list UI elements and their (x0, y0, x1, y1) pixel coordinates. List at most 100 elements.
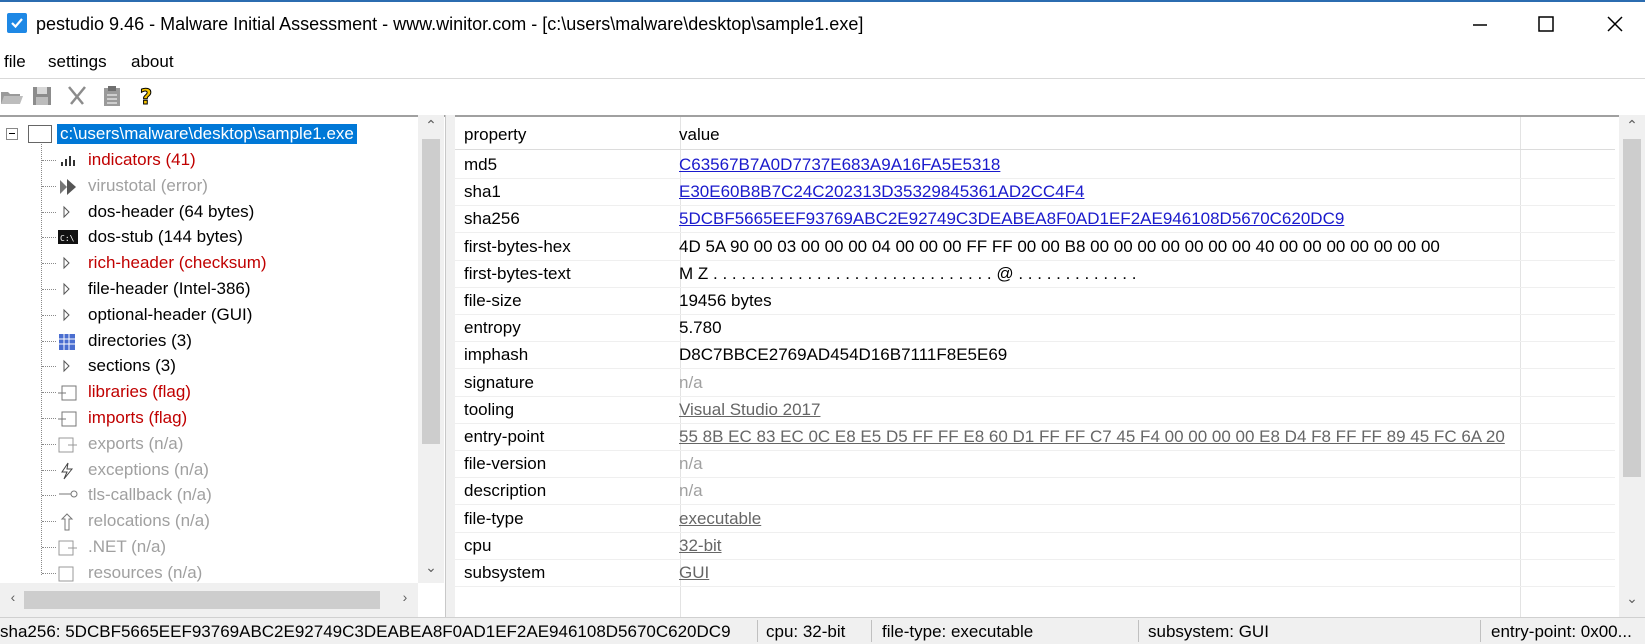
scroll-down-icon[interactable]: ⌄ (418, 559, 444, 581)
table-row[interactable]: tooling Visual Studio 2017 (455, 395, 1615, 424)
expand-arrow-icon[interactable] (58, 281, 78, 299)
tree-item-label[interactable]: imports (flag) (88, 408, 187, 428)
expand-arrow-icon[interactable] (58, 204, 78, 222)
tree-item[interactable]: virustotal (error) (0, 173, 420, 199)
table-row[interactable]: first-bytes-hex 4D 5A 90 00 03 00 00 00 0… (455, 232, 1615, 261)
tree-item-label[interactable]: file-header (Intel-386) (88, 279, 251, 299)
tree-item[interactable]: relocations (n/a) (0, 508, 420, 534)
tree-horizontal-scrollbar[interactable]: ‹ › (0, 583, 418, 617)
tree-item-label[interactable]: exceptions (n/a) (88, 460, 209, 480)
svg-text:C:\: C:\ (60, 234, 75, 243)
tree-item-label[interactable]: rich-header (checksum) (88, 253, 267, 273)
tree-root-label[interactable]: c:\users\malware\desktop\sample1.exe (57, 124, 357, 144)
scroll-up-icon[interactable]: ⌃ (418, 117, 444, 139)
value-cell[interactable]: executable (679, 509, 761, 529)
tree-item[interactable]: sections (3) (0, 353, 420, 379)
tree-item[interactable]: indicators (41) (0, 147, 420, 173)
property-cell: md5 (464, 155, 498, 174)
menu-about[interactable]: about (131, 52, 174, 72)
table-row[interactable]: entropy 5.780 (455, 313, 1615, 343)
tree-item-label[interactable]: dos-header (64 bytes) (88, 202, 254, 222)
tree-item-label[interactable]: sections (3) (88, 356, 176, 376)
tree-item[interactable]: .NET (n/a) (0, 534, 420, 560)
tree-item-label[interactable]: resources (n/a) (88, 563, 202, 583)
tree-item[interactable]: optional-header (GUI) (0, 302, 420, 328)
scroll-up-icon[interactable]: ⌃ (1619, 117, 1645, 139)
value-cell[interactable]: 5DCBF5665EEF93769ABC2E92749C3DEABEA8F0AD… (679, 209, 1344, 229)
tree-vertical-scrollbar[interactable]: ⌃ ⌄ (418, 115, 444, 583)
table-row[interactable]: imphash D8C7BBCE2769AD454D16B7111F8E5E69 (455, 340, 1615, 370)
scroll-left-icon[interactable]: ‹ (0, 589, 26, 611)
table-row[interactable]: sha1 E30E60B8B7C24C202313D35329845361AD2C… (455, 177, 1615, 207)
tree-item-label[interactable]: optional-header (GUI) (88, 305, 252, 325)
table-row[interactable]: sha256 5DCBF5665EEF93769ABC2E92749C3DEABE… (455, 204, 1615, 234)
svg-text:?: ? (140, 85, 152, 108)
tree-item[interactable]: imports (flag) (0, 405, 420, 431)
status-subsystem: subsystem: GUI (1148, 622, 1269, 641)
tree-item[interactable]: exceptions (n/a) (0, 457, 420, 483)
table-row[interactable]: file-version n/a (455, 449, 1615, 479)
tree-item-label[interactable]: indicators (41) (88, 150, 196, 170)
close-button[interactable] (1600, 12, 1630, 38)
table-row[interactable]: first-bytes-text M Z . . . . . . . . . . … (455, 259, 1615, 288)
tree-item[interactable]: exports (n/a) (0, 431, 420, 457)
value-cell[interactable]: 55 8B EC 83 EC 0C E8 E5 D5 FF FF E8 60 D… (679, 427, 1505, 447)
cut-icon[interactable] (65, 84, 89, 108)
scroll-right-icon[interactable]: › (392, 589, 418, 611)
library-icon (58, 384, 78, 402)
help-icon[interactable]: ? (135, 84, 159, 110)
tree-item-label[interactable]: dos-stub (144 bytes) (88, 227, 243, 247)
value-cell[interactable]: C63567B7A0D7737E683A9A16FA5E5318 (679, 155, 1000, 175)
tree-item[interactable]: libraries (flag) (0, 379, 420, 405)
table-row[interactable]: entry-point 55 8B EC 83 EC 0C E8 E5 D5 FF… (455, 422, 1615, 451)
table-vertical-scrollbar[interactable]: ⌃ ⌄ (1619, 115, 1645, 617)
table-row[interactable]: subsystem GUI (455, 558, 1615, 587)
tree-item[interactable]: file-header (Intel-386) (0, 276, 420, 302)
tree-item[interactable]: resources (n/a) (0, 560, 420, 586)
menu-file[interactable]: file (4, 52, 26, 72)
scroll-down-icon[interactable]: ⌄ (1619, 590, 1645, 612)
table-row[interactable]: md5 C63567B7A0D7737E683A9A16FA5E5318 (455, 150, 1615, 179)
header-property[interactable]: property (464, 125, 526, 145)
tree-item[interactable]: directories (3) (0, 328, 420, 354)
maximize-button[interactable] (1531, 12, 1561, 38)
value-cell[interactable]: GUI (679, 563, 709, 583)
table-row[interactable]: cpu 32-bit (455, 531, 1615, 560)
clipboard-icon[interactable] (100, 84, 124, 108)
tree-item[interactable]: C:\ dos-stub (144 bytes) (0, 224, 420, 250)
table-row[interactable]: file-type executable (455, 504, 1615, 533)
tree-item[interactable]: rich-header (checksum) (0, 250, 420, 276)
tree-item-label[interactable]: libraries (flag) (88, 382, 191, 402)
tree-item-label[interactable]: virustotal (error) (88, 176, 208, 196)
tree-item-label[interactable]: .NET (n/a) (88, 537, 166, 557)
collapse-icon[interactable] (6, 128, 18, 140)
minimize-button[interactable] (1465, 12, 1495, 38)
value-cell[interactable]: E30E60B8B7C24C202313D35329845361AD2CC4F4 (679, 182, 1084, 202)
menu-settings[interactable]: settings (48, 52, 107, 72)
value-cell[interactable]: Visual Studio 2017 (679, 400, 820, 420)
table-row[interactable]: file-size 19456 bytes (455, 286, 1615, 315)
tree-item-label[interactable]: directories (3) (88, 331, 192, 351)
grid-icon (58, 333, 78, 351)
value-cell[interactable]: 32-bit (679, 536, 722, 556)
value-cell: n/a (679, 372, 703, 392)
tree-connector (42, 263, 56, 265)
scroll-thumb[interactable] (24, 591, 380, 609)
table-row[interactable]: signature n/a (455, 368, 1615, 397)
tree-item[interactable]: dos-header (64 bytes) (0, 199, 420, 225)
scroll-thumb[interactable] (1623, 139, 1641, 477)
header-value[interactable]: value (679, 125, 720, 145)
tree-item-label[interactable]: exports (n/a) (88, 434, 183, 454)
expand-arrow-icon[interactable] (58, 307, 78, 325)
table-row[interactable]: description n/a (455, 476, 1615, 506)
save-icon[interactable] (30, 84, 54, 108)
tree-connector (42, 185, 56, 187)
tree-item-label[interactable]: relocations (n/a) (88, 511, 210, 531)
expand-arrow-icon[interactable] (58, 358, 78, 376)
tree-item[interactable]: tls-callback (n/a) (0, 482, 420, 508)
expand-arrow-icon[interactable] (58, 255, 78, 273)
tree-root[interactable]: c:\users\malware\desktop\sample1.exe (0, 121, 420, 147)
tree-item-label[interactable]: tls-callback (n/a) (88, 485, 212, 505)
scroll-thumb[interactable] (422, 139, 440, 444)
open-folder-icon[interactable] (0, 84, 24, 108)
